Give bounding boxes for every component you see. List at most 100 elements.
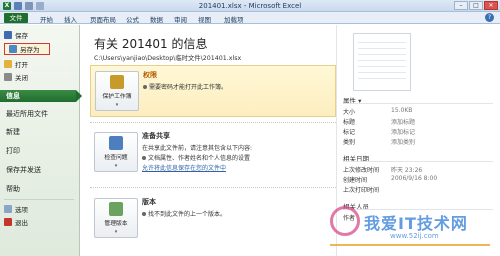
- maximize-button[interactable]: □: [469, 1, 483, 10]
- property-row: 标题 添加标题: [343, 117, 495, 126]
- title-bar: X 201401.xlsx - Microsoft Excel – □ ✕: [0, 0, 500, 12]
- nav-exit[interactable]: 退出: [0, 216, 80, 228]
- date-key: 上次修改时间: [343, 167, 380, 174]
- nav-recent-label: 最近所用文件: [6, 110, 48, 118]
- window-controls: – □ ✕: [454, 1, 498, 10]
- info-panel: 有关 201401 的信息 C:\Users\yanjiao\Desktop\临…: [82, 25, 336, 256]
- permissions-section: 保护工作簿 ▾ 权限 需要密码才能打开此工作簿。: [90, 65, 336, 117]
- property-row: 大小 15.0KB: [343, 107, 495, 116]
- nav-save[interactable]: 保存: [0, 29, 80, 41]
- versions-icon: [109, 201, 123, 216]
- property-row: 类别 添加类别: [343, 137, 495, 146]
- save-as-icon: [9, 45, 17, 53]
- nav-divider: [4, 199, 74, 200]
- nav-exit-label: 退出: [15, 219, 28, 227]
- lock-icon: [110, 74, 124, 89]
- nav-save-send-label: 保存并发送: [6, 166, 41, 174]
- manage-versions-button[interactable]: 管理版本 ▾: [94, 198, 138, 238]
- tab-review[interactable]: 审阅: [174, 14, 187, 24]
- nav-save-send[interactable]: 保存并发送: [0, 164, 80, 176]
- inspect-document-icon: [109, 135, 123, 150]
- chevron-down-icon: ▾: [114, 162, 118, 169]
- file-path: C:\Users\yanjiao\Desktop\临时文件\201401.xls…: [94, 55, 242, 62]
- check-issues-label: 检查问题: [104, 154, 128, 161]
- property-key: 类别: [343, 139, 356, 146]
- property-row: 标记 添加标记: [343, 127, 495, 136]
- save-icon: [4, 31, 12, 39]
- close-file-icon: [4, 73, 12, 81]
- protect-workbook-button[interactable]: 保护工作簿 ▾: [95, 71, 139, 111]
- section-divider: [90, 122, 336, 123]
- nav-info-label: 信息: [6, 92, 20, 100]
- nav-recent[interactable]: 最近所用文件: [0, 108, 80, 120]
- property-value: 15.0KB: [391, 107, 413, 114]
- tab-formulas[interactable]: 公式: [126, 14, 139, 24]
- dates-divider: [343, 161, 493, 162]
- tab-addins[interactable]: 加载项: [224, 14, 244, 24]
- property-key: 标题: [343, 119, 356, 126]
- nav-help-label: 帮助: [6, 185, 20, 193]
- window-title: 201401.xlsx - Microsoft Excel: [198, 2, 302, 10]
- minimize-button[interactable]: –: [454, 1, 468, 10]
- property-value[interactable]: 添加标题: [391, 117, 415, 126]
- chevron-down-icon: ▾: [114, 228, 118, 235]
- property-key: 标记: [343, 129, 356, 136]
- permissions-text-label: 需要密码才能打开此工作簿。: [149, 84, 228, 91]
- nav-new[interactable]: 新建: [0, 126, 80, 138]
- tab-data[interactable]: 数据: [150, 14, 163, 24]
- versions-text-label: 找不到此文件的上一个版本。: [148, 211, 227, 218]
- exit-icon: [4, 218, 12, 226]
- nav-save-as-label: 另存为: [20, 46, 40, 54]
- nav-save-as[interactable]: 另存为: [4, 43, 50, 55]
- date-row: 上次修改时间 昨天 23:26: [343, 165, 495, 174]
- check-issues-button[interactable]: 检查问题 ▾: [94, 132, 138, 172]
- nav-options[interactable]: 选项: [0, 203, 80, 215]
- date-value: 昨天 23:26: [391, 167, 423, 174]
- date-row: 上次打印时间: [343, 185, 495, 194]
- watermark: 我爱IT技术网 www.52ij.com: [330, 200, 498, 256]
- date-value: 2006/9/16 8:00: [391, 175, 438, 182]
- date-row: 创建时间 2006/9/16 8:00: [343, 175, 495, 184]
- date-key: 上次打印时间: [343, 187, 380, 194]
- watermark-text: 我爱IT技术网: [364, 214, 468, 233]
- watermark-logo-icon: [330, 206, 360, 236]
- backstage-nav: 保存 另存为 打开 关闭 信息 最近所用文件 新建 打印 保存并发送 帮助 选项…: [0, 25, 82, 256]
- tab-view[interactable]: 视图: [198, 14, 211, 24]
- nav-help[interactable]: 帮助: [0, 183, 80, 195]
- versions-section: 管理版本 ▾ 版本 找不到此文件的上一个版本。: [90, 193, 336, 245]
- nav-new-label: 新建: [6, 128, 20, 136]
- property-value[interactable]: 添加类别: [391, 137, 415, 146]
- watermark-underline: [330, 244, 490, 246]
- tab-page-layout[interactable]: 页面布局: [90, 14, 116, 24]
- property-value[interactable]: 添加标记: [391, 127, 415, 136]
- bullet-icon: [142, 211, 146, 216]
- versions-heading: 版本: [142, 198, 156, 206]
- tab-insert[interactable]: 插入: [64, 14, 77, 24]
- ribbon-tabs: 文件 开始 插入 页面布局 公式 数据 审阅 视图 加载项 ?: [0, 12, 500, 24]
- manage-versions-label: 管理版本: [104, 220, 128, 227]
- nav-save-label: 保存: [15, 32, 28, 40]
- folder-open-icon: [4, 60, 12, 68]
- options-icon: [4, 205, 12, 213]
- bullet-icon: [142, 155, 146, 160]
- nav-open[interactable]: 打开: [0, 58, 80, 70]
- nav-print-label: 打印: [6, 147, 20, 155]
- nav-info[interactable]: 信息: [0, 90, 82, 102]
- allow-save-info-link[interactable]: 允许将此信息保存在您的文件中: [142, 163, 226, 172]
- properties-divider: [343, 103, 493, 104]
- date-key: 创建时间: [343, 177, 368, 184]
- info-bullet-icon: [143, 84, 147, 89]
- prepare-bullet-label: 文档属性、作者姓名和个人信息的设置: [148, 155, 251, 162]
- tab-file[interactable]: 文件: [4, 13, 28, 23]
- section-divider: [90, 187, 336, 188]
- help-icon[interactable]: ?: [485, 13, 494, 22]
- nav-close-label: 关闭: [15, 74, 28, 82]
- nav-print[interactable]: 打印: [0, 145, 80, 157]
- nav-close[interactable]: 关闭: [0, 71, 80, 83]
- page-title: 有关 201401 的信息: [94, 37, 208, 51]
- tab-home[interactable]: 开始: [40, 14, 53, 24]
- nav-open-label: 打开: [15, 61, 28, 69]
- versions-text: 找不到此文件的上一个版本。: [142, 209, 336, 218]
- prepare-sharing-section: 检查问题 ▾ 准备共享 在共享此文件前，请注意其包含以下内容: 文档属性、作者姓…: [90, 127, 336, 181]
- close-window-button[interactable]: ✕: [484, 1, 498, 10]
